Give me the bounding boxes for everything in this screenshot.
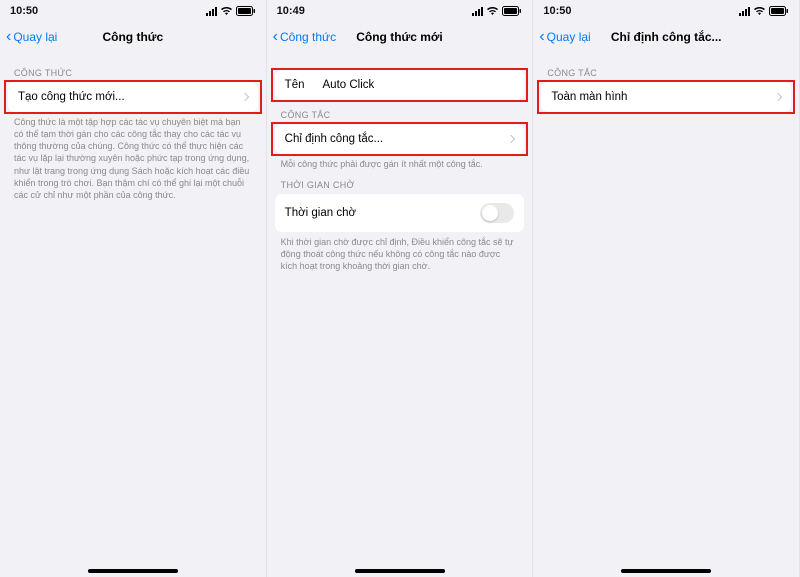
row-timeout[interactable]: Thời gian chờ <box>275 194 525 232</box>
page-title: Công thức <box>102 30 163 44</box>
section-header-switches: CÔNG TẮC <box>533 58 799 82</box>
status-bar: 10:50 <box>0 0 266 22</box>
content: CÔNG THỨC Tạo công thức mới... Công thức… <box>0 52 266 577</box>
row-timeout-wrap: Thời gian chờ <box>267 194 533 232</box>
status-time: 10:50 <box>10 5 38 17</box>
section-header-timeout: THỜI GIAN CHỜ <box>267 170 533 194</box>
wifi-icon <box>220 6 233 16</box>
wifi-icon <box>753 6 766 16</box>
status-time: 10:50 <box>543 5 571 17</box>
row-label: Thời gian chờ <box>285 207 356 219</box>
row-name-wrap: Tên Auto Click <box>267 70 533 100</box>
nav-bar: ‹ Quay lại Chỉ định công tắc... <box>533 22 799 52</box>
status-bar: 10:49 <box>267 0 533 22</box>
chevron-right-icon <box>240 93 248 101</box>
chevron-right-icon <box>507 135 515 143</box>
status-icons <box>738 6 789 16</box>
content: CÔNG TẮC Toàn màn hình <box>533 52 799 577</box>
back-label: Quay lại <box>547 30 591 44</box>
signal-icon <box>205 7 217 16</box>
battery-icon <box>769 6 789 16</box>
name-value: Auto Click <box>323 79 375 91</box>
row-name[interactable]: Tên Auto Click <box>275 70 525 100</box>
page-title: Công thức mới <box>356 30 443 44</box>
back-button[interactable]: ‹ Công thức <box>273 29 336 45</box>
back-label: Công thức <box>280 30 336 44</box>
status-icons <box>205 6 256 16</box>
screen-assign-switch: 10:50 ‹ Quay lại Chỉ định công tắc... CÔ… <box>533 0 800 577</box>
wifi-icon <box>486 6 499 16</box>
content: Tên Auto Click CÔNG TẮC Chỉ định công tắ… <box>267 52 533 577</box>
chevron-left-icon: ‹ <box>273 29 278 45</box>
nav-bar: ‹ Công thức Công thức mới <box>267 22 533 52</box>
timeout-toggle[interactable] <box>480 203 514 223</box>
row-label: Tạo công thức mới... <box>18 91 125 103</box>
row-fullscreen[interactable]: Toàn màn hình <box>541 82 791 112</box>
back-button[interactable]: ‹ Quay lại <box>539 29 590 45</box>
status-bar: 10:50 <box>533 0 799 22</box>
home-indicator[interactable] <box>621 569 711 573</box>
section-footer-recipes: Công thức là một tập hợp các tác vụ chuy… <box>0 112 266 201</box>
status-time: 10:49 <box>277 5 305 17</box>
page-title: Chỉ định công tắc... <box>611 30 722 44</box>
section-footer-switches: Mỗi công thức phải được gán ít nhất một … <box>267 154 533 170</box>
section-footer-timeout: Khi thời gian chờ được chỉ định, Điều kh… <box>267 232 533 272</box>
row-create-recipe[interactable]: Tạo công thức mới... <box>8 82 258 112</box>
chevron-left-icon: ‹ <box>6 29 11 45</box>
row-label: Chỉ định công tắc... <box>285 133 383 145</box>
signal-icon <box>738 7 750 16</box>
chevron-left-icon: ‹ <box>539 29 544 45</box>
section-header-recipes: CÔNG THỨC <box>0 58 266 82</box>
row-assign-switch-wrap: Chỉ định công tắc... <box>267 124 533 154</box>
nav-bar: ‹ Quay lại Công thức <box>0 22 266 52</box>
section-header-switches: CÔNG TẮC <box>267 100 533 124</box>
battery-icon <box>236 6 256 16</box>
screen-recipes: 10:50 ‹ Quay lại Công thức CÔNG THỨC Tạo… <box>0 0 267 577</box>
name-key: Tên <box>285 79 305 91</box>
screen-new-recipe: 10:49 ‹ Công thức Công thức mới Tên Auto… <box>267 0 534 577</box>
signal-icon <box>471 7 483 16</box>
row-fullscreen-wrap: Toàn màn hình <box>533 82 799 112</box>
home-indicator[interactable] <box>88 569 178 573</box>
row-assign-switch[interactable]: Chỉ định công tắc... <box>275 124 525 154</box>
row-create-recipe-wrap: Tạo công thức mới... <box>0 82 266 112</box>
home-indicator[interactable] <box>355 569 445 573</box>
back-button[interactable]: ‹ Quay lại <box>6 29 57 45</box>
chevron-right-icon <box>774 93 782 101</box>
row-label: Toàn màn hình <box>551 91 627 103</box>
back-label: Quay lại <box>13 30 57 44</box>
battery-icon <box>502 6 522 16</box>
status-icons <box>471 6 522 16</box>
